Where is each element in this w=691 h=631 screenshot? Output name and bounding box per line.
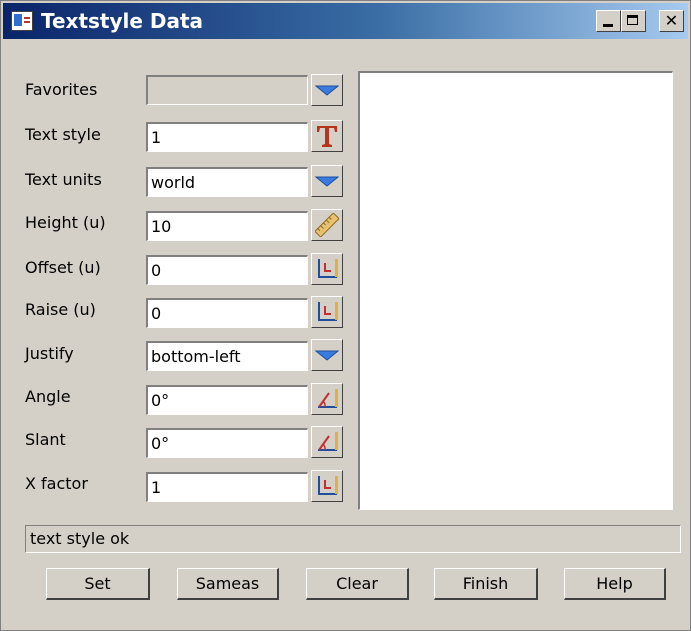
- justify-field[interactable]: bottom-left: [146, 341, 308, 371]
- offset-label: Offset (u): [25, 258, 101, 277]
- window-title: Textstyle Data: [41, 9, 204, 33]
- help-button[interactable]: Help: [564, 568, 666, 600]
- angle-measure-icon: [318, 432, 338, 451]
- favorites-dropdown-button[interactable]: [311, 74, 343, 106]
- dropdown-triangle-icon: [315, 85, 339, 96]
- axis-measure-icon: [318, 302, 338, 321]
- slant-label: Slant: [25, 430, 66, 449]
- title-bar[interactable]: Textstyle Data ✕: [3, 3, 688, 39]
- text-style-picker-button[interactable]: [311, 120, 343, 152]
- dropdown-triangle-icon: [315, 350, 339, 361]
- sameas-button[interactable]: Sameas: [177, 568, 279, 600]
- slant-pick-button[interactable]: [311, 426, 343, 458]
- text-style-field[interactable]: 1: [146, 122, 308, 152]
- offset-field[interactable]: 0: [146, 255, 308, 285]
- favorites-list-box[interactable]: [358, 71, 673, 510]
- ruler-icon: [315, 213, 339, 237]
- raise-field[interactable]: 0: [146, 298, 308, 328]
- height-label: Height (u): [25, 213, 106, 232]
- text-units-dropdown-button[interactable]: [311, 165, 343, 197]
- axis-measure-icon: [318, 476, 338, 495]
- height-pick-button[interactable]: [311, 209, 343, 241]
- justify-label: Justify: [25, 344, 74, 363]
- status-message: text style ok: [25, 525, 681, 553]
- set-button[interactable]: Set: [46, 568, 150, 600]
- x-factor-label: X factor: [25, 474, 88, 493]
- angle-field[interactable]: 0°: [146, 385, 308, 415]
- slant-field[interactable]: 0°: [146, 428, 308, 458]
- finish-button[interactable]: Finish: [434, 568, 538, 600]
- angle-measure-icon: [318, 389, 338, 408]
- app-icon: [11, 11, 33, 31]
- justify-dropdown-button[interactable]: [311, 339, 343, 371]
- text-style-T-icon: [317, 126, 337, 147]
- favorites-label: Favorites: [25, 80, 98, 99]
- favorites-field[interactable]: [146, 75, 308, 105]
- clear-button[interactable]: Clear: [306, 568, 409, 600]
- height-field[interactable]: 10: [146, 211, 308, 241]
- axis-measure-icon: [318, 259, 338, 278]
- dropdown-triangle-icon: [315, 176, 339, 187]
- minimize-button[interactable]: [596, 10, 621, 32]
- maximize-button[interactable]: [621, 10, 646, 32]
- angle-label: Angle: [25, 387, 71, 406]
- x-factor-pick-button[interactable]: [311, 470, 343, 502]
- text-units-field[interactable]: world: [146, 167, 308, 197]
- offset-pick-button[interactable]: [311, 253, 343, 285]
- text-style-label: Text style: [25, 125, 101, 144]
- x-factor-field[interactable]: 1: [146, 472, 308, 502]
- raise-pick-button[interactable]: [311, 296, 343, 328]
- textstyle-data-dialog: Textstyle Data ✕ Favorites Text style 1 …: [0, 0, 691, 631]
- raise-label: Raise (u): [25, 300, 96, 319]
- angle-pick-button[interactable]: [311, 383, 343, 415]
- close-button[interactable]: ✕: [659, 10, 684, 32]
- close-icon: ✕: [664, 11, 679, 30]
- text-units-label: Text units: [25, 170, 102, 189]
